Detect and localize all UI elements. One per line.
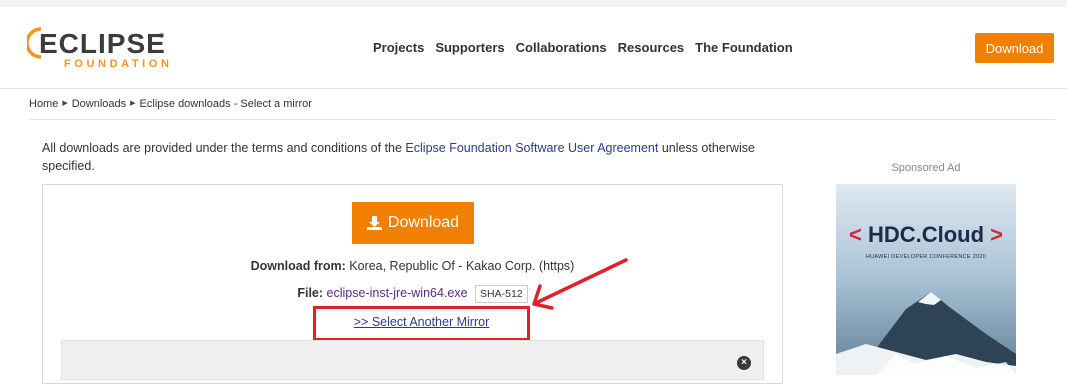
file-label: File: bbox=[297, 286, 324, 300]
ad-title: < HDC.Cloud > bbox=[848, 222, 1004, 247]
logo-wordmark: ECLIPSE bbox=[39, 28, 166, 59]
download-icon bbox=[366, 216, 382, 230]
main-download-label: Download bbox=[387, 214, 460, 231]
breadcrumb-current: Eclipse downloads - Select a mirror bbox=[139, 98, 312, 110]
close-ad-icon[interactable]: × bbox=[737, 356, 751, 370]
eclipse-foundation-logo[interactable]: ECLIPSE ® FOUNDATION bbox=[27, 27, 169, 73]
inline-ad-container bbox=[61, 340, 764, 380]
file-info: File: eclipse-inst-jre-win64.exe SHA-512 bbox=[42, 284, 783, 303]
header-download-button[interactable]: Download bbox=[975, 33, 1054, 63]
main-download-button[interactable]: Download bbox=[352, 202, 474, 244]
nav-projects[interactable]: Projects bbox=[373, 40, 424, 56]
main-nav: Projects Supporters Collaborations Resou… bbox=[373, 40, 793, 56]
download-from-label: Download from: bbox=[250, 259, 346, 273]
breadcrumb: Home ▶ Downloads ▶ Eclipse downloads - S… bbox=[29, 97, 312, 111]
breadcrumb-arrow-icon: ▶ bbox=[130, 100, 136, 107]
nav-the-foundation[interactable]: The Foundation bbox=[695, 40, 792, 56]
breadcrumb-downloads[interactable]: Downloads bbox=[72, 97, 126, 111]
nav-collaborations[interactable]: Collaborations bbox=[516, 40, 607, 56]
nav-supporters[interactable]: Supporters bbox=[435, 40, 504, 56]
select-another-mirror-link[interactable]: >> Select Another Mirror bbox=[313, 314, 530, 330]
ad-background-mountain-icon bbox=[836, 184, 1016, 375]
nav-resources[interactable]: Resources bbox=[618, 40, 684, 56]
logo-subtitle: FOUNDATION bbox=[64, 58, 173, 70]
sponsored-ad-label: Sponsored Ad bbox=[891, 162, 961, 174]
annotation-arrow-icon bbox=[532, 258, 628, 310]
top-strip bbox=[0, 0, 1067, 7]
hdc-cloud-ad-banner[interactable]: < HDC.Cloud > HUAWEI DEVELOPER CONFERENC… bbox=[836, 184, 1016, 375]
breadcrumb-divider bbox=[29, 119, 1055, 120]
file-name-link[interactable]: eclipse-inst-jre-win64.exe bbox=[327, 286, 468, 300]
logo-registered-mark: ® bbox=[159, 33, 165, 40]
terms-notice: All downloads are provided under the ter… bbox=[42, 139, 782, 175]
header-divider bbox=[0, 88, 1067, 89]
download-source: Download from: Korea, Republic Of - Kaka… bbox=[42, 258, 783, 274]
breadcrumb-home[interactable]: Home bbox=[29, 97, 58, 111]
terms-text-before: All downloads are provided under the ter… bbox=[42, 141, 406, 155]
breadcrumb-arrow-icon: ▶ bbox=[62, 100, 68, 107]
software-user-agreement-link[interactable]: Eclipse Foundation Software User Agreeme… bbox=[405, 141, 658, 155]
ad-subtitle: HUAWEI DEVELOPER CONFERENCE 2020 bbox=[865, 254, 987, 260]
sha512-button[interactable]: SHA-512 bbox=[475, 285, 528, 303]
